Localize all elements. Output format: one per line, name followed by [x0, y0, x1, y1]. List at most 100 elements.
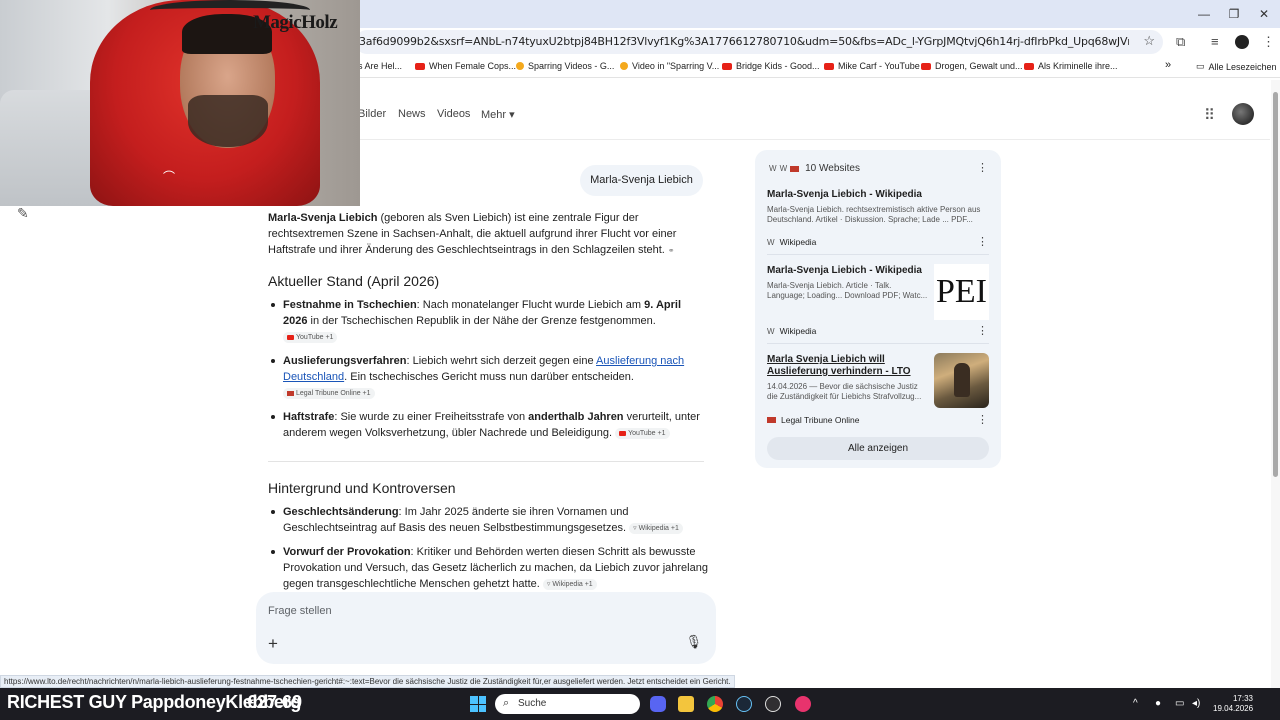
youtube-icon [722, 62, 732, 70]
source-chip[interactable]: YouTube +1 [283, 331, 338, 343]
ask-input[interactable]: Frage stellen [268, 605, 332, 617]
avatar[interactable] [1232, 103, 1254, 125]
person-figure [954, 363, 970, 397]
divider [767, 343, 989, 344]
source-card-title[interactable]: Marla-Svenja Liebich - Wikipedia [767, 189, 987, 201]
tray-chevron-icon[interactable]: ^ [1133, 698, 1138, 709]
tab-bilder[interactable]: Bilder [358, 108, 386, 120]
windows-start-icon[interactable] [470, 696, 486, 712]
address-bar[interactable]: 3af6d9099b2&sxsrf=ANbL-n74tyuxU2btpj84BH… [355, 30, 1163, 54]
source-card-desc: Marla-Svenja Liebich. rechtsextremistisc… [767, 205, 981, 224]
lto-icon [287, 390, 294, 396]
channel-logo: MagicHolz [253, 12, 338, 33]
more-options-icon[interactable]: ⋮ [977, 161, 988, 174]
discord-icon[interactable] [650, 696, 666, 712]
all-bookmarks[interactable]: ▭ Alle Lesezeichen [1196, 61, 1277, 72]
more-options-icon[interactable]: ⋮ [977, 413, 988, 426]
plus-icon[interactable]: + [268, 634, 278, 654]
tab-more[interactable]: Mehr ▾ [481, 108, 515, 121]
youtube-icon [287, 334, 294, 340]
sparring-icon [516, 62, 524, 70]
section-heading: Aktueller Stand (April 2026) [268, 273, 440, 289]
source-chip[interactable]: ▿ Wikipedia +1 [629, 522, 683, 534]
webcam-overlay: MagicHolz ⌒ [0, 0, 360, 206]
chrome-icon[interactable] [707, 696, 723, 712]
more-options-icon[interactable]: ⋮ [977, 235, 988, 248]
sparring-icon [620, 62, 628, 70]
volume-icon[interactable]: ◂) [1192, 698, 1200, 709]
show-all-button[interactable]: Alle anzeigen [767, 437, 989, 460]
microphone-icon[interactable]: 🎙 [685, 634, 702, 650]
more-options-icon[interactable]: ⋮ [977, 324, 988, 337]
wikipedia-icon: W [767, 326, 775, 336]
search-icon: ⌕ [503, 697, 510, 709]
obs-icon[interactable] [765, 696, 781, 712]
bookmark-item[interactable]: Als Kriminelle ihre... [1024, 61, 1118, 71]
intro-paragraph: Marla-Svenja Liebich (geboren als Sven L… [268, 212, 677, 256]
link-icon[interactable]: ⚭ [668, 246, 675, 255]
media-icon[interactable]: ≡ [1211, 34, 1219, 49]
youtube-icon [415, 62, 425, 70]
list-item: Festnahme in Tschechien: Nach monatelang… [268, 297, 708, 345]
ai-answer: Marla-Svenja Liebich (geboren als Sven L… [268, 210, 708, 600]
more-bookmarks-icon[interactable]: » [1165, 59, 1171, 71]
browser-profile-avatar[interactable] [1235, 35, 1249, 49]
source-chip[interactable]: YouTube +1 [615, 427, 670, 439]
list-item: Auslieferungsverfahren: Liebich wehrt si… [268, 353, 708, 401]
apps-grid-icon[interactable]: ⠿ [1204, 106, 1215, 124]
bookmark-star-icon[interactable]: ☆ [1143, 33, 1155, 49]
stream-price: €27.69 [247, 692, 303, 712]
video-thumbnail[interactable] [934, 353, 989, 408]
wikipedia-icon: ▿ [633, 524, 637, 532]
divider [268, 461, 704, 462]
list-item: Vorwurf der Provokation: Kritiker und Be… [268, 544, 708, 592]
bookmark-item[interactable]: Video in "Sparring V... [620, 61, 719, 71]
beard [188, 95, 268, 147]
source-chip[interactable]: ▿ Wikipedia +1 [542, 578, 597, 590]
menu-kebab-icon[interactable]: ⋮ [1262, 34, 1275, 50]
divider [767, 254, 989, 255]
divider [360, 139, 1270, 140]
bookmark-item[interactable]: Drogen, Gewalt und... [921, 61, 1023, 71]
ask-box[interactable]: Frage stellen + 🎙 [256, 592, 716, 664]
puma-logo-icon: ⌒ [163, 170, 176, 184]
status-url-tooltip: https://www.lto.de/recht/nachrichten/n/m… [0, 675, 735, 688]
clock[interactable]: 17:33 19.04.2026 [1213, 694, 1253, 714]
bookmark-item[interactable]: Bridge Kids - Good... [722, 61, 820, 71]
taskbar-search[interactable]: Suche [495, 694, 640, 714]
source-card-title[interactable]: Marla Svenja Liebich will Auslieferung v… [767, 354, 927, 378]
close-icon[interactable]: ✕ [1246, 4, 1280, 24]
wikipedia-icon: ▿ [546, 580, 551, 588]
network-icon[interactable]: ▭ [1175, 698, 1184, 709]
youtube-icon [921, 62, 931, 70]
steam-icon[interactable] [736, 696, 752, 712]
tab-videos[interactable]: Videos [437, 108, 470, 120]
wikipedia-thumbnail[interactable]: PEI [934, 264, 989, 320]
source-card-title[interactable]: Marla-Svenja Liebich - Wikipedia [767, 265, 929, 277]
bookmark-item[interactable]: Mike Carf - YouTube [824, 61, 920, 71]
wikipedia-icon: W [767, 237, 775, 247]
extensions-icon[interactable]: ⧉ [1176, 34, 1185, 50]
edit-icon[interactable]: ✎ [17, 205, 29, 222]
file-explorer-icon[interactable] [678, 696, 694, 712]
folder-icon: ▭ [1196, 61, 1205, 71]
source-card-source: W Wikipedia [767, 237, 817, 247]
wikipedia-icon: W [769, 164, 777, 173]
media-player-icon[interactable] [795, 696, 811, 712]
youtube-icon [619, 430, 627, 436]
youtube-icon [824, 62, 834, 70]
mic-tray-icon[interactable]: ● [1155, 698, 1161, 709]
section-heading: Hintergrund und Kontroversen [268, 480, 456, 496]
lto-icon [767, 417, 776, 423]
list-item: Geschlechtsänderung: Im Jahr 2025 ändert… [268, 504, 708, 536]
source-chip[interactable]: Legal Tribune Online +1 [283, 387, 375, 399]
scrollbar-thumb[interactable] [1273, 92, 1278, 477]
sources-header[interactable]: W W 10 Websites [769, 163, 860, 174]
bookmark-item[interactable]: Sparring Videos - G... [516, 61, 614, 71]
bookmark-item[interactable]: When Female Cops... [415, 61, 516, 71]
tab-news[interactable]: News [398, 108, 426, 120]
bookmark-item[interactable]: s Are Hel... [358, 61, 402, 71]
bullet-list: Geschlechtsänderung: Im Jahr 2025 ändert… [268, 504, 708, 592]
wikipedia-icon: W [779, 164, 788, 173]
source-card-source: W Wikipedia [767, 326, 817, 336]
